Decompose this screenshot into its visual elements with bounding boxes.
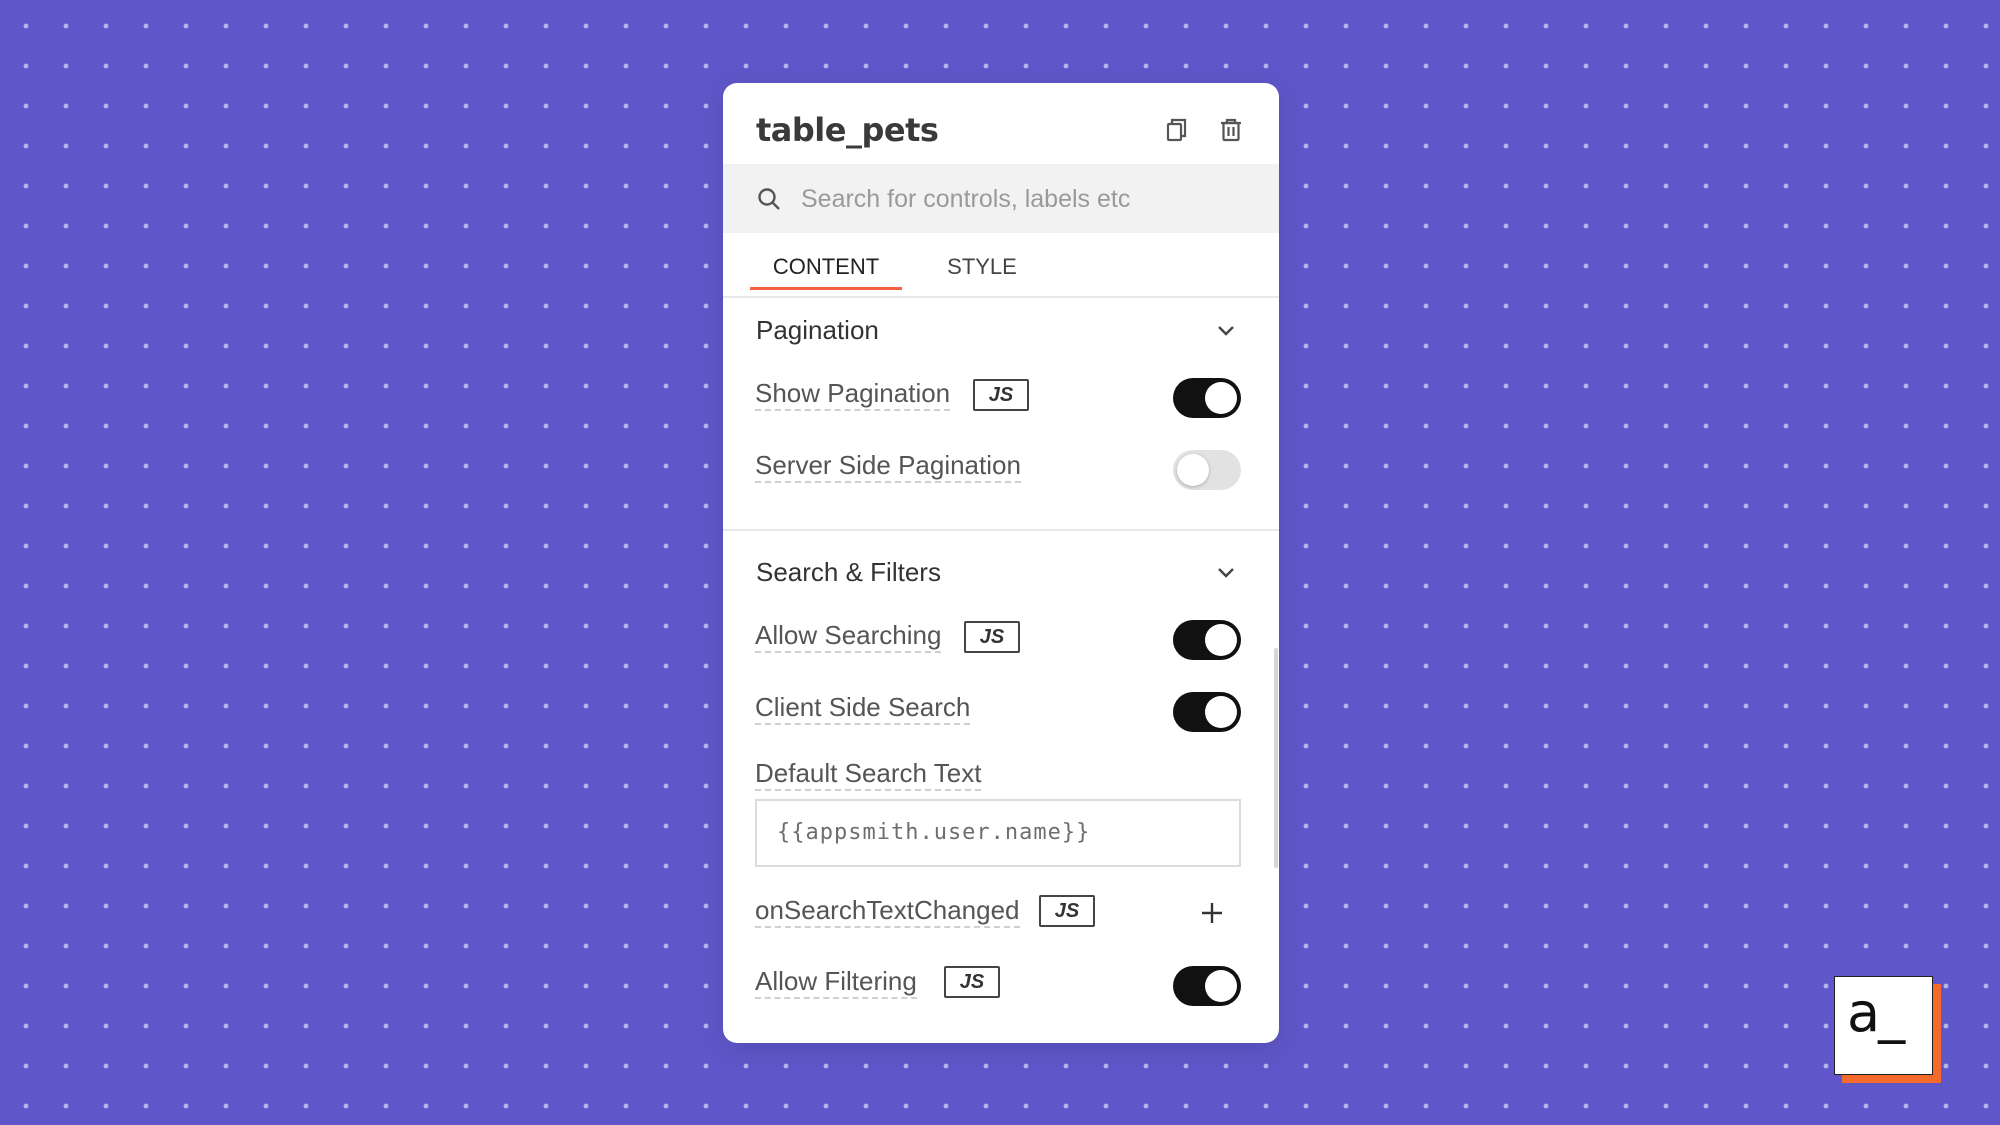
server-side-pagination-toggle[interactable] (1173, 450, 1241, 490)
on-search-text-changed-label: onSearchTextChanged (755, 895, 1020, 928)
chevron-down-icon[interactable] (1212, 317, 1240, 345)
widget-name-title[interactable]: table_pets (756, 111, 939, 149)
property-pane: table_pets CONTENT STYLE (723, 83, 1279, 1043)
js-toggle-button[interactable]: JS (944, 966, 1000, 998)
allow-searching-label: Allow Searching (755, 620, 942, 653)
logo-box: a_ (1834, 976, 1933, 1075)
add-action-plus-icon[interactable] (1197, 898, 1227, 928)
toggle-knob (1205, 382, 1237, 414)
show-pagination-label: Show Pagination (755, 378, 951, 411)
default-search-text-label: Default Search Text (755, 758, 982, 791)
client-side-search-toggle[interactable] (1173, 692, 1241, 732)
show-pagination-toggle[interactable] (1173, 378, 1241, 418)
logo-text: a_ (1847, 981, 1905, 1044)
section-divider (723, 529, 1279, 531)
js-toggle-button[interactable]: JS (1039, 895, 1095, 927)
toggle-knob (1205, 696, 1237, 728)
toggle-knob (1205, 624, 1237, 656)
client-side-search-label: Client Side Search (755, 692, 971, 725)
search-icon (756, 186, 782, 212)
search-bar (723, 164, 1279, 233)
trash-icon[interactable] (1216, 115, 1246, 145)
tab-content[interactable]: CONTENT (750, 239, 902, 290)
pane-header: table_pets (723, 83, 1279, 163)
allow-searching-toggle[interactable] (1173, 620, 1241, 660)
search-input[interactable] (799, 176, 1263, 222)
copy-icon[interactable] (1161, 115, 1191, 145)
toggle-knob (1177, 454, 1209, 486)
toggle-knob (1205, 970, 1237, 1002)
chevron-down-icon[interactable] (1212, 559, 1240, 587)
tab-style[interactable]: STYLE (923, 239, 1041, 281)
appsmith-logo: a_ (1834, 976, 1941, 1083)
tabs-divider (723, 296, 1279, 298)
allow-filtering-toggle[interactable] (1173, 966, 1241, 1006)
tabs: CONTENT STYLE (723, 233, 1279, 378)
section-title-search-filters[interactable]: Search & Filters (756, 557, 941, 588)
section-title-pagination[interactable]: Pagination (756, 315, 879, 346)
js-toggle-button[interactable]: JS (973, 379, 1029, 411)
default-search-text-input[interactable]: {{appsmith.user.name}} (755, 799, 1241, 867)
js-toggle-button[interactable]: JS (964, 621, 1020, 653)
scrollbar[interactable] (1274, 648, 1278, 868)
server-side-pagination-label: Server Side Pagination (755, 450, 1021, 483)
allow-filtering-label: Allow Filtering (755, 966, 917, 999)
